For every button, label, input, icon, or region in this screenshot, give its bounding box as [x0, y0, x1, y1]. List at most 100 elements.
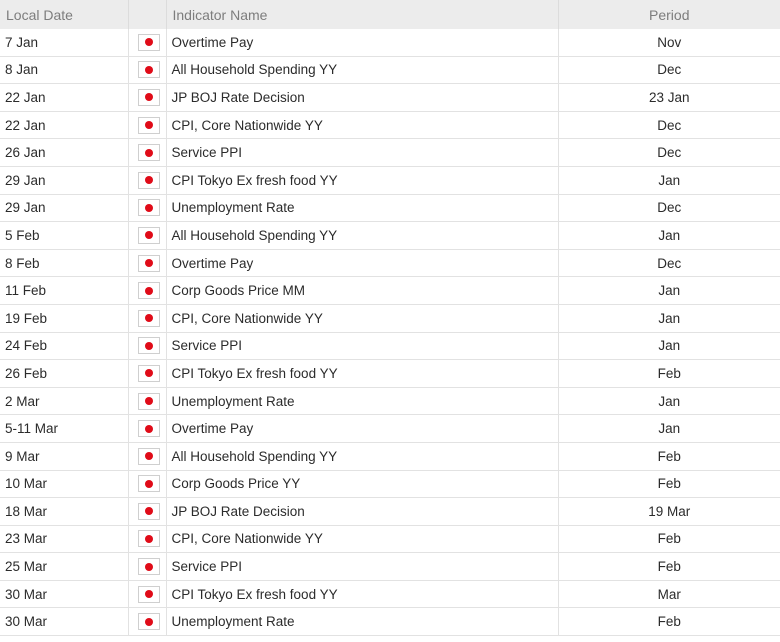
- indicator-name-cell[interactable]: Overtime Pay: [166, 414, 559, 443]
- flag-red-disc: [144, 148, 153, 157]
- indicator-name-cell[interactable]: Service PPI: [166, 552, 559, 581]
- indicator-name-cell[interactable]: Overtime Pay: [166, 249, 559, 278]
- period-cell: Nov: [558, 29, 780, 57]
- flag-red-disc: [144, 617, 153, 626]
- period-cell: Jan: [558, 304, 780, 333]
- column-header-period[interactable]: Period: [558, 0, 780, 29]
- indicator-name-cell[interactable]: Corp Goods Price MM: [166, 276, 559, 305]
- indicator-name-cell[interactable]: All Household Spending YY: [166, 442, 559, 471]
- local-date-cell: 11 Feb: [0, 276, 129, 305]
- indicator-name-cell[interactable]: All Household Spending YY: [166, 221, 559, 250]
- indicator-name-cell[interactable]: Unemployment Rate: [166, 194, 559, 223]
- indicator-name-cell[interactable]: Unemployment Rate: [166, 387, 559, 416]
- local-date-cell: 25 Mar: [0, 552, 129, 581]
- local-date-cell: 23 Mar: [0, 525, 129, 554]
- table-row[interactable]: 18 Mar JP BOJ Rate Decision 19 Mar: [0, 497, 780, 526]
- table-row[interactable]: 29 Jan CPI Tokyo Ex fresh food YY Jan: [0, 166, 780, 195]
- flag-red-disc: [144, 65, 153, 74]
- table-row[interactable]: 8 Jan All Household Spending YY Dec: [0, 56, 780, 85]
- flag-cell: [128, 138, 167, 167]
- indicator-name-cell[interactable]: Corp Goods Price YY: [166, 470, 559, 499]
- column-header-flag: [128, 0, 167, 29]
- period-cell: Dec: [558, 111, 780, 140]
- indicator-name-cell[interactable]: Service PPI: [166, 332, 559, 361]
- flag-cell: [128, 56, 167, 85]
- flag-cell: [128, 249, 167, 278]
- flag-red-disc: [144, 507, 153, 516]
- indicator-name-cell[interactable]: CPI Tokyo Ex fresh food YY: [166, 359, 559, 388]
- table-row[interactable]: 22 Jan JP BOJ Rate Decision 23 Jan: [0, 83, 780, 112]
- indicator-name-cell[interactable]: CPI Tokyo Ex fresh food YY: [166, 580, 559, 609]
- japan-flag-icon: [137, 585, 160, 603]
- flag-cell: [128, 470, 167, 499]
- flag-red-disc: [144, 479, 153, 488]
- table-row[interactable]: 9 Mar All Household Spending YY Feb: [0, 442, 780, 471]
- flag-red-disc: [144, 203, 153, 212]
- indicator-name-cell[interactable]: Unemployment Rate: [166, 607, 559, 637]
- period-cell: Dec: [558, 249, 780, 278]
- table-row[interactable]: 22 Jan CPI, Core Nationwide YY Dec: [0, 111, 780, 140]
- japan-flag-icon: [137, 116, 160, 134]
- flag-cell: [128, 83, 167, 112]
- local-date-cell: 30 Mar: [0, 607, 129, 637]
- local-date-cell: 7 Jan: [0, 29, 129, 57]
- table-row[interactable]: 5 Feb All Household Spending YY Jan: [0, 221, 780, 250]
- flag-cell: [128, 580, 167, 609]
- period-cell: Dec: [558, 194, 780, 223]
- table-row[interactable]: 11 Feb Corp Goods Price MM Jan: [0, 276, 780, 305]
- indicator-name-cell[interactable]: CPI, Core Nationwide YY: [166, 111, 559, 140]
- local-date-cell: 30 Mar: [0, 580, 129, 609]
- japan-flag-icon: [137, 392, 160, 410]
- indicator-name-cell[interactable]: Service PPI: [166, 138, 559, 167]
- local-date-cell: 24 Feb: [0, 332, 129, 361]
- indicator-name-cell[interactable]: CPI Tokyo Ex fresh food YY: [166, 166, 559, 195]
- table-row[interactable]: 30 Mar Unemployment Rate Feb: [0, 607, 780, 637]
- indicator-name-cell[interactable]: CPI, Core Nationwide YY: [166, 304, 559, 333]
- indicator-name-cell[interactable]: All Household Spending YY: [166, 56, 559, 85]
- period-cell: Feb: [558, 442, 780, 471]
- indicator-name-cell[interactable]: JP BOJ Rate Decision: [166, 497, 559, 526]
- indicator-name-cell[interactable]: CPI, Core Nationwide YY: [166, 525, 559, 554]
- table-row[interactable]: 10 Mar Corp Goods Price YY Feb: [0, 470, 780, 499]
- table-row[interactable]: 8 Feb Overtime Pay Dec: [0, 249, 780, 278]
- flag-cell: [128, 442, 167, 471]
- table-row[interactable]: 19 Feb CPI, Core Nationwide YY Jan: [0, 304, 780, 333]
- table-row[interactable]: 5-11 Mar Overtime Pay Jan: [0, 414, 780, 443]
- period-cell: 19 Mar: [558, 497, 780, 526]
- period-cell: Jan: [558, 276, 780, 305]
- table-row[interactable]: 24 Feb Service PPI Jan: [0, 332, 780, 361]
- table-row[interactable]: 7 Jan Overtime Pay Nov: [0, 29, 780, 57]
- period-cell: 23 Jan: [558, 83, 780, 112]
- economic-calendar-table: Local Date Indicator Name Period 7 Jan Ov…: [0, 0, 780, 637]
- indicator-name-cell[interactable]: JP BOJ Rate Decision: [166, 83, 559, 112]
- local-date-cell: 26 Jan: [0, 138, 129, 167]
- flag-red-disc: [144, 341, 153, 350]
- column-header-indicator-name[interactable]: Indicator Name: [166, 0, 559, 29]
- table-row[interactable]: 26 Jan Service PPI Dec: [0, 138, 780, 167]
- table-row[interactable]: 29 Jan Unemployment Rate Dec: [0, 194, 780, 223]
- local-date-cell: 5 Feb: [0, 221, 129, 250]
- indicator-name-cell[interactable]: Overtime Pay: [166, 29, 559, 57]
- local-date-cell: 8 Feb: [0, 249, 129, 278]
- flag-cell: [128, 414, 167, 443]
- japan-flag-icon: [137, 502, 160, 520]
- flag-red-disc: [144, 534, 153, 543]
- flag-cell: [128, 111, 167, 140]
- flag-cell: [128, 276, 167, 305]
- table-row[interactable]: 30 Mar CPI Tokyo Ex fresh food YY Mar: [0, 580, 780, 609]
- table-row[interactable]: 26 Feb CPI Tokyo Ex fresh food YY Feb: [0, 359, 780, 388]
- flag-red-disc: [144, 38, 153, 47]
- japan-flag-icon: [137, 309, 160, 327]
- period-cell: Feb: [558, 552, 780, 581]
- period-cell: Feb: [558, 470, 780, 499]
- table-row[interactable]: 23 Mar CPI, Core Nationwide YY Feb: [0, 525, 780, 554]
- table-row[interactable]: 25 Mar Service PPI Feb: [0, 552, 780, 581]
- flag-red-disc: [144, 259, 153, 268]
- table-row[interactable]: 2 Mar Unemployment Rate Jan: [0, 387, 780, 416]
- flag-cell: [128, 194, 167, 223]
- flag-red-disc: [144, 424, 153, 433]
- flag-red-disc: [144, 176, 153, 185]
- column-header-local-date[interactable]: Local Date: [0, 0, 129, 29]
- japan-flag-icon: [137, 364, 160, 382]
- period-cell: Jan: [558, 221, 780, 250]
